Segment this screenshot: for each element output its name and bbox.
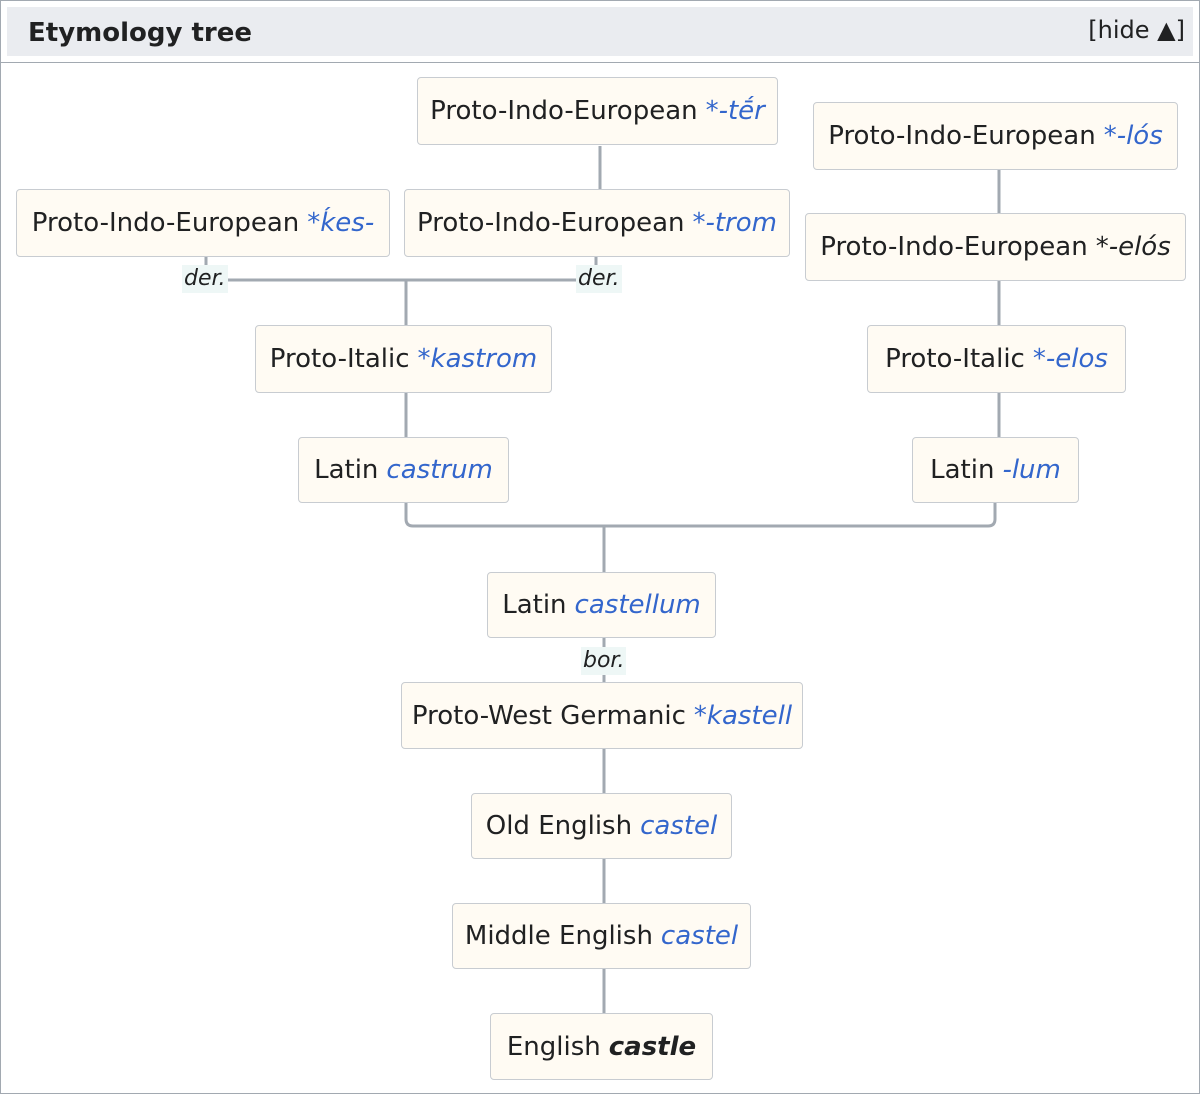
node-language: Proto-Indo-European [828,121,1096,151]
term-link[interactable]: castellum [575,590,701,620]
node-latin-castellum[interactable]: Latin castellum [487,572,716,638]
etymology-tree-box: Etymology tree [hide ▲] Proto-Indo-Europ… [0,0,1200,1094]
relation-label-bor: bor. [581,647,627,675]
relation-label-der: der. [576,265,622,293]
node-pie-ter[interactable]: Proto-Indo-European *-tḗr [417,77,778,145]
node-pie-trom[interactable]: Proto-Indo-European *-trom [404,189,790,257]
term-link[interactable]: *-trom [692,208,777,238]
node-language: Proto-Indo-European [820,232,1088,262]
node-latin-lum[interactable]: Latin -lum [912,437,1079,503]
node-language: Proto-Indo-European [31,208,300,238]
node-old-english-castel[interactable]: Old English castel [471,793,732,859]
relation-label-der: der. [182,265,228,293]
node-language: Proto-Italic [885,344,1025,374]
node-latin-castrum[interactable]: Latin castrum [298,437,509,503]
term-link[interactable]: *-elos [1033,344,1108,374]
node-language: Proto-Indo-European [430,96,698,126]
node-language: Latin [930,455,995,485]
term-link[interactable]: -lum [1002,455,1060,485]
term-link[interactable]: *kastrom [418,344,538,374]
term-link[interactable]: castrum [386,455,492,485]
term-text: *-elós [1095,232,1171,262]
term-link[interactable]: *-tḗr [706,96,765,126]
node-proto-italic-elos[interactable]: Proto-Italic *-elos [867,325,1126,393]
node-proto-italic-kastrom[interactable]: Proto-Italic *kastrom [255,325,552,393]
node-language: English [506,1031,601,1062]
node-language: Proto-Indo-European [417,208,685,238]
node-pie-los[interactable]: Proto-Indo-European *-lós [813,102,1178,170]
node-proto-west-germanic-kastell[interactable]: Proto-West Germanic *kastell [401,682,803,749]
term-link[interactable]: castel [640,811,717,841]
node-english-castle: English castle [490,1013,713,1080]
node-language: Middle English [464,921,653,951]
node-language: Old English [485,811,633,841]
term-link[interactable]: *ḱes- [307,208,374,238]
connector [404,503,997,528]
node-language: Proto-Italic [269,344,410,374]
node-language: Latin [502,590,567,620]
node-middle-english-castel[interactable]: Middle English castel [452,903,751,969]
term-link[interactable]: castel [661,921,738,951]
term-link[interactable]: *-lós [1104,121,1163,151]
node-language: Proto-West Germanic [411,700,686,731]
node-pie-kes[interactable]: Proto-Indo-European *ḱes- [16,189,390,257]
term-link[interactable]: *kastell [694,701,792,731]
node-pie-elos: Proto-Indo-European *-elós [805,213,1186,281]
term-headword: castle [608,1031,697,1062]
node-language: Latin [314,455,379,485]
